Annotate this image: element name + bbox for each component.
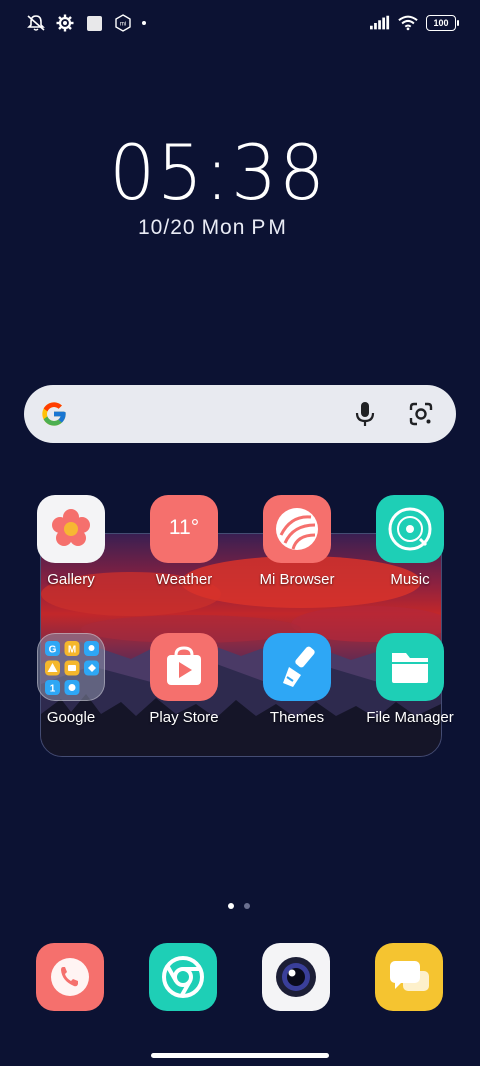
app-label-file-manager: File Manager bbox=[366, 709, 454, 726]
app-label-mi-browser: Mi Browser bbox=[259, 571, 335, 588]
page-indicator[interactable] bbox=[228, 903, 250, 909]
app-label-music: Music bbox=[390, 571, 430, 588]
notifications-muted-icon bbox=[26, 14, 46, 32]
settings-gear-icon bbox=[55, 14, 75, 32]
period-value: PM bbox=[251, 216, 289, 239]
clock-time[interactable]: 05:38 bbox=[11, 128, 425, 217]
music-disc-icon bbox=[376, 495, 444, 563]
gallery-flower-icon bbox=[37, 495, 105, 563]
app-gallery[interactable]: Gallery bbox=[16, 495, 126, 588]
microphone-icon[interactable] bbox=[354, 400, 376, 428]
app-music[interactable]: Music bbox=[355, 495, 465, 588]
app-label-google: Google bbox=[46, 709, 96, 726]
dock-chrome[interactable] bbox=[149, 943, 217, 1011]
page-dot-1[interactable] bbox=[228, 903, 234, 909]
mi-account-icon: mi bbox=[113, 14, 133, 32]
dock-messages[interactable] bbox=[375, 943, 443, 1011]
chrome-icon bbox=[162, 956, 204, 998]
svg-text:G: G bbox=[49, 645, 57, 656]
app-file-manager[interactable]: File Manager bbox=[355, 633, 465, 726]
clock-date[interactable]: 10/20 Mon PM bbox=[138, 216, 295, 240]
status-bar: mi 100 bbox=[0, 0, 480, 46]
phone-icon bbox=[51, 958, 89, 996]
square-notification-icon bbox=[84, 14, 104, 32]
app-label-play-store: Play Store bbox=[149, 709, 219, 726]
battery-icon: 100 bbox=[426, 15, 459, 31]
date-value: 10/20 bbox=[138, 216, 196, 239]
app-play-store[interactable]: Play Store bbox=[129, 633, 239, 726]
app-label-gallery: Gallery bbox=[47, 571, 95, 588]
app-themes[interactable]: Themes bbox=[242, 633, 352, 726]
svg-text:mi: mi bbox=[120, 22, 126, 28]
notification-dot bbox=[142, 21, 146, 25]
wifi-icon bbox=[398, 14, 418, 32]
folder-file-icon bbox=[376, 633, 444, 701]
camera-icon bbox=[276, 957, 316, 997]
app-mi-browser[interactable]: Mi Browser bbox=[242, 495, 352, 588]
google-lens-icon[interactable] bbox=[408, 401, 434, 427]
dock-camera[interactable] bbox=[262, 943, 330, 1011]
dock-phone[interactable] bbox=[36, 943, 104, 1011]
brush-icon bbox=[263, 633, 331, 701]
weather-temperature: 11° bbox=[168, 516, 200, 539]
day-value: Mon bbox=[201, 216, 246, 239]
google-search-bar[interactable] bbox=[24, 385, 456, 443]
page-dot-2[interactable] bbox=[244, 903, 250, 909]
svg-text:M: M bbox=[68, 645, 76, 656]
home-gesture-bar[interactable] bbox=[151, 1053, 329, 1058]
folder-icon: G M 1 bbox=[37, 633, 105, 701]
play-store-icon bbox=[150, 633, 218, 701]
google-g-icon bbox=[40, 400, 68, 428]
app-label-weather: Weather bbox=[155, 571, 213, 588]
browser-icon bbox=[263, 495, 331, 563]
app-label-themes: Themes bbox=[269, 709, 325, 726]
app-weather[interactable]: 11° Weather bbox=[129, 495, 239, 588]
app-folder-google[interactable]: G M 1 Google bbox=[16, 633, 126, 726]
message-icon bbox=[390, 961, 429, 991]
cellular-signal-icon bbox=[370, 14, 390, 32]
svg-text:1: 1 bbox=[50, 684, 56, 695]
weather-icon: 11° bbox=[150, 495, 218, 563]
